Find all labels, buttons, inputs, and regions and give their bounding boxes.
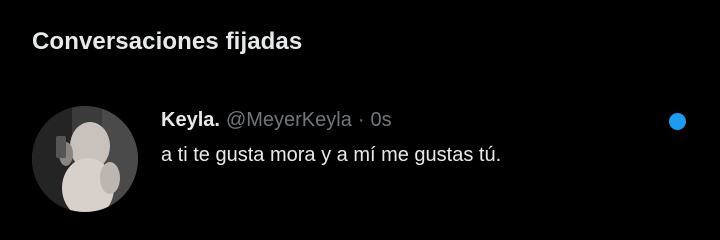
user-handle[interactable]: @MeyerKeyla: [226, 109, 352, 132]
display-name[interactable]: Keyla.: [161, 109, 220, 132]
unread-indicator-icon: [669, 113, 686, 130]
conversation-meta: Keyla. @MeyerKeyla · 0s: [161, 109, 392, 135]
message-preview: a ti te gusta mora y a mí me gustas tú.: [161, 144, 502, 166]
section-title: Conversaciones fijadas: [32, 28, 303, 55]
avatar-photo: [32, 106, 138, 212]
pinned-conversation[interactable]: Keyla. @MeyerKeyla · 0s a ti te gusta mo…: [0, 92, 720, 222]
avatar[interactable]: [32, 106, 138, 212]
separator-dot: ·: [357, 109, 365, 131]
timestamp: 0s: [370, 109, 392, 131]
